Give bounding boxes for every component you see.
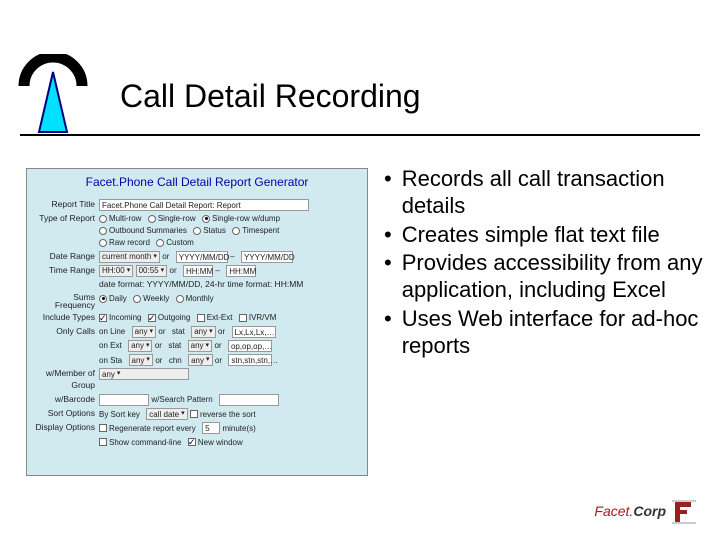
label-date-range: Date Range: [33, 251, 99, 263]
label-sums-frequency: Sums Frequency: [33, 293, 99, 310]
label-barcode: w/Barcode: [33, 394, 99, 406]
label-report-title: Report Title: [33, 199, 99, 211]
list-item: •Records all call transaction details: [384, 166, 704, 220]
radio-daily[interactable]: [99, 295, 107, 303]
input-sta-list[interactable]: stn,stn,stn,…: [228, 354, 272, 366]
bullet-icon: •: [384, 222, 392, 249]
list-item: •Creates simple flat text file: [384, 222, 704, 249]
select-date-range[interactable]: current month▾: [99, 251, 160, 263]
label-type-of-report: Type of Report: [33, 213, 99, 225]
chevron-down-icon: ▾: [150, 327, 154, 337]
radio-status[interactable]: [193, 227, 201, 235]
select-ext-stat[interactable]: any▾: [188, 340, 212, 352]
chevron-down-icon: ▾: [209, 327, 213, 337]
page-title: Call Detail Recording: [120, 78, 421, 115]
chevron-down-icon: ▾: [206, 341, 210, 351]
chevron-down-icon: ▾: [161, 266, 165, 276]
title-divider: [20, 134, 700, 136]
select-time-h[interactable]: HH:00▾: [99, 265, 133, 277]
input-line-list[interactable]: Lx,Lx,Lx,…: [232, 326, 276, 338]
select-line-any[interactable]: any▾: [132, 326, 156, 338]
arc-logo: [18, 54, 88, 134]
chevron-down-icon: ▾: [146, 341, 150, 351]
label-sort-options: Sort Options: [33, 408, 99, 420]
checkbox-show-cmd[interactable]: [99, 438, 107, 446]
select-sta-chn[interactable]: any▾: [188, 354, 212, 366]
select-time-m[interactable]: 00:55▾: [136, 265, 168, 277]
select-sta-any[interactable]: any▾: [129, 354, 153, 366]
bullet-icon: •: [384, 250, 392, 304]
radio-multi-row[interactable]: [99, 215, 107, 223]
input-search-pattern[interactable]: [219, 394, 279, 406]
input-time-mid[interactable]: HH:MM: [183, 265, 213, 277]
label-only-calls: Only Calls: [33, 326, 99, 338]
feature-bullets: •Records all call transaction details •C…: [384, 166, 704, 362]
checkbox-ext-ext[interactable]: [197, 314, 205, 322]
radio-single-row-dump[interactable]: [202, 215, 210, 223]
label-include-types: Include Types: [33, 312, 99, 324]
radio-timespent[interactable]: [232, 227, 240, 235]
input-ext-list[interactable]: op,op,op,…: [228, 340, 272, 352]
radio-raw-record[interactable]: [99, 239, 107, 247]
checkbox-incoming[interactable]: [99, 314, 107, 322]
radio-weekly[interactable]: [133, 295, 141, 303]
input-date-from[interactable]: YYYY/MM/DD: [176, 251, 228, 263]
radio-monthly[interactable]: [176, 295, 184, 303]
chevron-down-icon: ▾: [206, 355, 210, 365]
list-item: •Provides accessibility from any applica…: [384, 250, 704, 304]
bullet-icon: •: [384, 166, 392, 220]
checkbox-regen[interactable]: [99, 424, 107, 432]
radio-single-row[interactable]: [148, 215, 156, 223]
facet-f-icon: [672, 500, 696, 524]
input-time-to[interactable]: HH:MM: [226, 265, 256, 277]
report-generator-form: Facet.Phone Call Detail Report Generator…: [26, 168, 368, 476]
radio-outbound-summaries[interactable]: [99, 227, 107, 235]
chevron-down-icon: ▾: [146, 355, 150, 365]
date-format-note: date format: YYYY/MM/DD, 24-hr time form…: [99, 279, 361, 291]
checkbox-outgoing[interactable]: [148, 314, 156, 322]
input-regen-minutes[interactable]: 5: [202, 422, 220, 434]
chevron-down-icon: ▾: [153, 252, 157, 262]
label-time-range: Time Range: [33, 265, 99, 277]
checkbox-new-window[interactable]: [188, 438, 196, 446]
input-barcode[interactable]: [99, 394, 149, 406]
select-ext-any[interactable]: any▾: [128, 340, 152, 352]
input-report-title[interactable]: Facet.Phone Call Detail Report: Report: [99, 199, 309, 211]
input-date-to[interactable]: YYYY/MM/DD: [241, 251, 293, 263]
chevron-down-icon: ▾: [127, 266, 131, 276]
label-member-group: w/Member of Group: [33, 368, 99, 392]
checkbox-reverse-sort[interactable]: [190, 410, 198, 418]
select-sort-key[interactable]: call date▾: [146, 408, 187, 420]
bullet-icon: •: [384, 306, 392, 360]
type-of-report-options: Multi-row Single-row Single-row w/dump O…: [99, 213, 361, 249]
form-title: Facet.Phone Call Detail Report Generator: [27, 169, 367, 197]
select-line-stat[interactable]: any▾: [191, 326, 215, 338]
label-display-options: Display Options: [33, 422, 99, 434]
radio-custom[interactable]: [156, 239, 164, 247]
footer-logo: Facet.Corp: [594, 500, 696, 524]
chevron-down-icon: ▾: [117, 369, 121, 379]
select-member-group[interactable]: any▾: [99, 368, 189, 380]
checkbox-ivr-vm[interactable]: [239, 314, 247, 322]
chevron-down-icon: ▾: [181, 409, 185, 419]
list-item: •Uses Web interface for ad-hoc reports: [384, 306, 704, 360]
